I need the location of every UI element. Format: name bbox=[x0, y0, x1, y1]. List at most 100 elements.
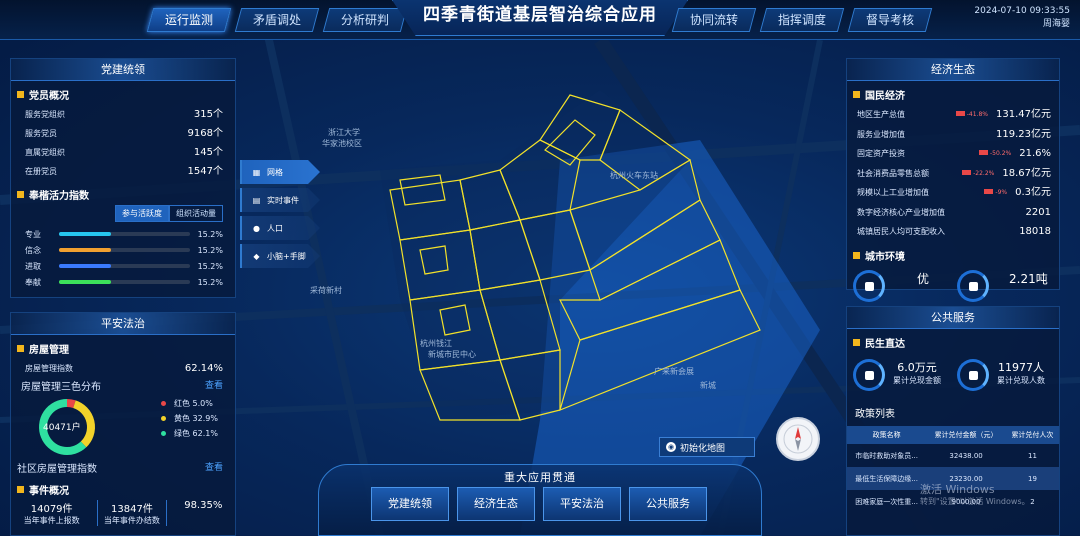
economy-button[interactable]: 经济生态 bbox=[457, 487, 535, 521]
legend-dot bbox=[161, 431, 166, 436]
side-item-brain[interactable]: ◆ 小脑+手脚 bbox=[240, 244, 320, 268]
bar-fill bbox=[59, 264, 111, 268]
change-badge: -9% bbox=[984, 183, 1007, 203]
grid-cell[interactable] bbox=[499, 349, 561, 421]
econ-value: 0.3亿元 bbox=[1015, 187, 1051, 198]
bottom-bar: 重大应用贯通 党建统领 经济生态 平安法治 公共服务 bbox=[318, 464, 762, 536]
user-name[interactable]: 周海婴 bbox=[974, 18, 1070, 31]
bar-track bbox=[59, 264, 190, 268]
globe-icon: ◉ bbox=[666, 442, 676, 452]
grid-cell[interactable] bbox=[459, 169, 521, 231]
compass-control[interactable] bbox=[776, 417, 820, 461]
grid-cell[interactable] bbox=[419, 245, 449, 275]
nav-tab-conflict[interactable]: 矛盾调处 bbox=[234, 8, 320, 32]
public-stat: 11977人 累计兑现人数 bbox=[997, 361, 1045, 385]
public-service-button[interactable]: 公共服务 bbox=[629, 487, 707, 521]
bar-track bbox=[59, 232, 190, 236]
tab-activity[interactable]: 组织活动量 bbox=[169, 205, 223, 222]
legend-item: 绿色 62.1% bbox=[161, 426, 218, 441]
init-map-button[interactable]: ◉ 初始化地图 bbox=[659, 437, 755, 457]
bar-label: 奉献 bbox=[25, 277, 41, 287]
panel-title: 公共服务 bbox=[847, 307, 1059, 329]
side-item-population[interactable]: ● 人口 bbox=[240, 216, 320, 240]
grid-cell[interactable] bbox=[469, 219, 541, 291]
layers-icon: ◆ bbox=[253, 251, 260, 261]
section-heading: 民生直达 bbox=[853, 335, 1059, 350]
grid-cell[interactable] bbox=[399, 229, 481, 301]
map-label: 新城市民中心 bbox=[428, 350, 476, 359]
econ-row: 城镇居民人均可支配收入 18018 bbox=[847, 222, 1059, 242]
bar-track bbox=[59, 280, 190, 284]
nav-tab-collab[interactable]: 协同流转 bbox=[671, 8, 757, 32]
party-button[interactable]: 党建统领 bbox=[371, 487, 449, 521]
table-row[interactable]: 市临时救助对象员... 32438.00 11 bbox=[847, 444, 1059, 467]
stat-row: 服务党组织 315个 bbox=[25, 109, 223, 120]
event-stat: 14079件 当年事件上报数 bbox=[23, 504, 80, 525]
side-item-grid[interactable]: ▦ 网格 bbox=[240, 160, 320, 184]
econ-row: 规模以上工业增加值 -9% 0.3亿元 bbox=[847, 183, 1059, 203]
env-gauge bbox=[957, 269, 989, 302]
dist-view-link[interactable]: 查看 bbox=[205, 378, 223, 394]
nav-tab-dispatch[interactable]: 指挥调度 bbox=[759, 8, 845, 32]
econ-label: 地区生产总值 bbox=[857, 110, 905, 119]
event-stat: 13847件 当年事件办结数 bbox=[96, 500, 167, 526]
econ-row: 社会消费品零售总额 -22.2% 18.67亿元 bbox=[847, 164, 1059, 184]
econ-value: 131.47亿元 bbox=[996, 109, 1051, 120]
section-heading: 奉楷活力指数 bbox=[17, 187, 235, 202]
econ-row: 固定资产投资 -50.2% 21.6% bbox=[847, 144, 1059, 164]
legend-item: 黄色 32.9% bbox=[161, 411, 218, 426]
community-label: 社区房屋管理指数 bbox=[17, 464, 97, 475]
index-bar: 信念 15.2% bbox=[11, 242, 235, 258]
bar-track bbox=[59, 248, 190, 252]
map-label: 杭州火车东站 bbox=[610, 171, 658, 180]
legend-label: 红色 bbox=[174, 399, 190, 408]
bar-fill bbox=[59, 248, 111, 252]
bar-value: 15.2% bbox=[197, 229, 223, 239]
bottom-title: 重大应用贯通 bbox=[504, 471, 576, 484]
grid-cell[interactable] bbox=[439, 304, 471, 336]
bar-fill bbox=[59, 232, 111, 236]
bar-label: 进取 bbox=[25, 261, 41, 271]
panel-title: 党建统领 bbox=[11, 59, 235, 81]
econ-value: 18.67亿元 bbox=[1002, 167, 1051, 179]
community-view-link[interactable]: 查看 bbox=[205, 460, 223, 476]
safety-button[interactable]: 平安法治 bbox=[543, 487, 621, 521]
env-stats: 优 2.21吨 bbox=[847, 266, 1059, 302]
battery-icon bbox=[962, 169, 972, 175]
stat-row: 服务党员 9168个 bbox=[25, 128, 223, 139]
econ-label: 数字经济核心产业增加值 bbox=[857, 207, 945, 217]
tab-participation[interactable]: 参与活跃度 bbox=[115, 205, 169, 222]
grid-cell[interactable] bbox=[499, 139, 581, 221]
legend-label: 绿色 bbox=[174, 429, 190, 438]
dist-title: 房屋管理三色分布 bbox=[21, 382, 101, 393]
index-row: 房屋管理指数 62.14% bbox=[25, 363, 223, 374]
legend-value: 62.1% bbox=[192, 429, 218, 438]
community-row: 社区房屋管理指数 查看 bbox=[11, 460, 235, 476]
grid-cell[interactable] bbox=[519, 209, 591, 281]
legend-label: 黄色 bbox=[174, 414, 190, 423]
nav-tab-assess[interactable]: 督导考核 bbox=[847, 8, 933, 32]
map-label: 杭州钱江 bbox=[420, 339, 452, 348]
env-gauge bbox=[853, 269, 885, 302]
grid-cell[interactable] bbox=[399, 174, 446, 206]
econ-row: 数字经济核心产业增加值 2201 bbox=[847, 203, 1059, 223]
grid-cell[interactable] bbox=[559, 289, 761, 412]
nav-tab-monitor[interactable]: 运行监测 bbox=[146, 8, 232, 32]
map-label: 浙江大学 bbox=[328, 128, 360, 137]
grid-cell[interactable] bbox=[559, 239, 741, 341]
nav-tab-analysis[interactable]: 分析研判 bbox=[322, 8, 408, 32]
amount-gauge bbox=[853, 359, 885, 391]
legend-item: 红色 5.0% bbox=[161, 396, 218, 411]
grid-cell[interactable] bbox=[479, 279, 561, 361]
grid-cell[interactable] bbox=[539, 94, 621, 161]
legend-value: 32.9% bbox=[192, 414, 218, 423]
panel-title: 经济生态 bbox=[847, 59, 1059, 81]
bar-fill bbox=[59, 280, 111, 284]
side-item-events[interactable]: ▤ 实时事件 bbox=[240, 188, 320, 212]
grid-cell[interactable] bbox=[419, 359, 521, 421]
datetime: 2024-07-10 09:33:55 bbox=[974, 6, 1070, 16]
econ-label: 规模以上工业增加值 bbox=[857, 188, 929, 197]
grid-cell[interactable] bbox=[544, 119, 596, 166]
donut-area: 40471户 红色 5.0% 黄色 32.9% 绿色 62.1% bbox=[11, 394, 235, 460]
person-icon: ● bbox=[253, 223, 260, 233]
